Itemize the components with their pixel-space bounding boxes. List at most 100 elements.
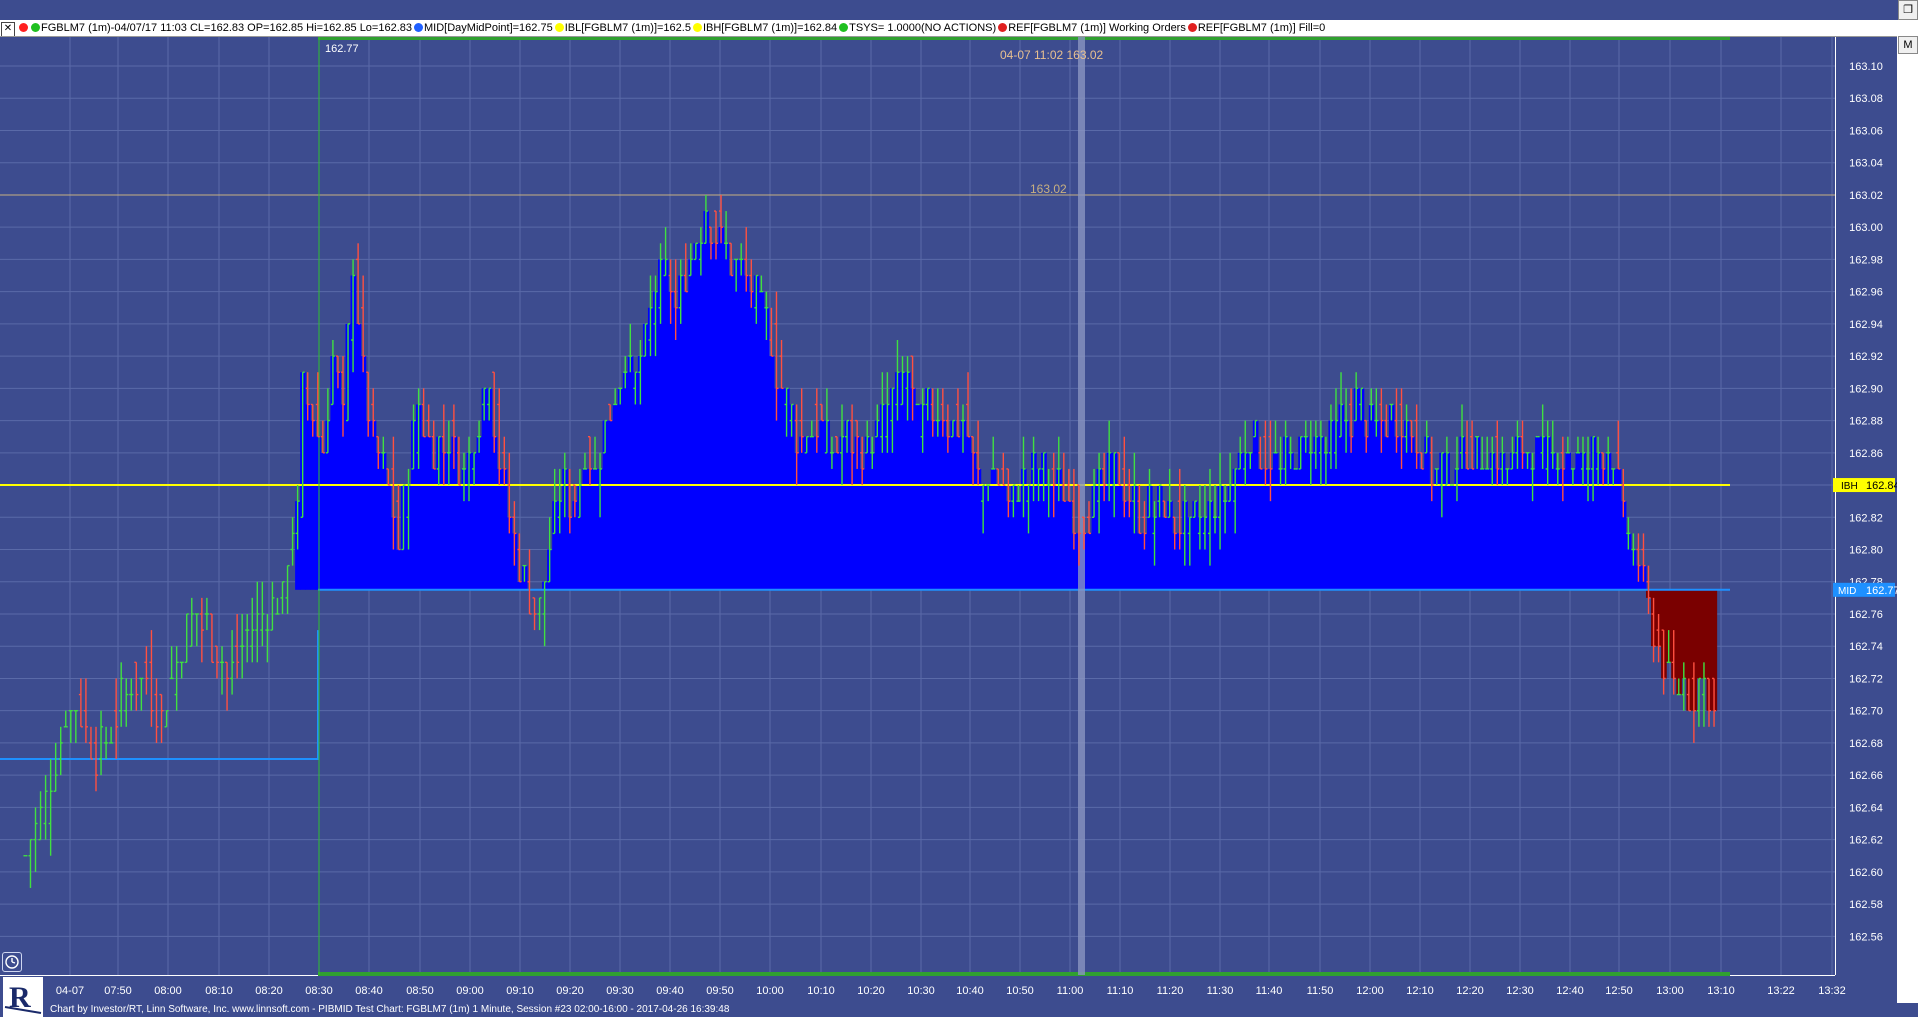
fill-above-mid xyxy=(799,436,805,590)
fill-above-mid xyxy=(743,275,750,590)
fill-above-mid xyxy=(809,436,815,590)
fill-above-mid xyxy=(1464,468,1471,590)
session-strip-bottom xyxy=(318,972,1730,976)
fill-above-mid xyxy=(592,468,599,590)
y-tick-label: 162.86 xyxy=(1849,448,1883,460)
y-tick-label: 162.92 xyxy=(1849,351,1883,363)
fill-above-mid xyxy=(1363,436,1370,590)
legend-item[interactable]: MID[DayMidPoint]=162.75 xyxy=(412,20,553,36)
fill-above-mid xyxy=(1136,533,1143,590)
x-tick-label: 10:40 xyxy=(956,985,984,997)
fill-above-mid xyxy=(395,549,402,590)
x-tick-label: 11:50 xyxy=(1307,985,1334,997)
x-tick-label: 12:00 xyxy=(1356,985,1384,997)
y-tick-label: 162.68 xyxy=(1849,738,1883,750)
x-tick-label: 09:50 xyxy=(706,985,734,997)
fill-above-mid xyxy=(385,485,392,590)
fill-above-mid xyxy=(1373,420,1380,590)
fill-above-mid xyxy=(748,291,755,590)
x-tick-label: 09:20 xyxy=(556,985,584,997)
fill-above-mid xyxy=(718,227,725,590)
fill-above-mid xyxy=(758,291,765,590)
fill-above-mid xyxy=(1368,404,1375,590)
fill-above-mid xyxy=(1247,452,1254,590)
fill-above-mid xyxy=(496,468,503,590)
x-tick-label: 08:00 xyxy=(154,985,182,997)
y-tick-label: 162.62 xyxy=(1849,835,1883,847)
cursor-annotation: 04-07 11:02 163.02 xyxy=(1000,48,1104,62)
fill-above-mid xyxy=(1303,436,1309,590)
fill-above-mid xyxy=(814,436,820,590)
fill-above-mid xyxy=(1278,468,1284,590)
legend-item[interactable]: TSYS= 1.0000(NO ACTIONS) xyxy=(837,20,996,36)
fill-above-mid xyxy=(1388,404,1395,590)
fill-above-mid xyxy=(915,404,921,590)
fill-above-mid xyxy=(713,243,720,590)
fill-above-mid xyxy=(693,243,699,590)
fill-above-mid xyxy=(360,356,367,590)
legend-text: FGBLM7 (1m)-04/07/17 11:03 CL=162.83 OP=… xyxy=(41,22,412,34)
legend-item[interactable]: IBH[FGBLM7 (1m)]=162.84 xyxy=(691,20,837,36)
legend-text: IBH[FGBLM7 (1m)]=162.84 xyxy=(702,22,838,34)
fill-above-mid xyxy=(723,243,730,590)
legend-item[interactable]: REF[FGBLM7 (1m)] Fill=0 xyxy=(1186,20,1325,36)
close-chart-icon[interactable]: ✕ xyxy=(1,22,15,36)
x-tick-label: 12:10 xyxy=(1406,985,1434,997)
x-tick-label: 09:00 xyxy=(456,985,484,997)
fill-above-mid xyxy=(935,420,941,590)
y-tick-label: 163.10 xyxy=(1849,61,1883,73)
fill-above-mid xyxy=(1237,452,1244,590)
fill-above-mid xyxy=(1535,436,1541,590)
fill-above-mid xyxy=(673,307,679,590)
x-tick-label: 11:30 xyxy=(1207,985,1234,997)
fill-above-mid xyxy=(612,404,619,590)
fill-above-mid xyxy=(1257,468,1264,590)
legend-dot-icon xyxy=(839,23,849,32)
restore-window-button[interactable]: ❐ xyxy=(1898,0,1918,20)
fill-above-mid xyxy=(456,485,463,590)
x-tick-label: 08:40 xyxy=(355,985,383,997)
legend-item[interactable]: REF[FGBLM7 (1m)] Working Orders xyxy=(996,20,1186,36)
fill-above-mid xyxy=(380,452,387,590)
fill-above-mid xyxy=(582,468,589,590)
fill-above-mid xyxy=(310,420,316,590)
y-tick-label: 162.70 xyxy=(1849,706,1883,718)
x-tick-label: 10:10 xyxy=(807,985,835,997)
x-tick-label: 10:20 xyxy=(857,985,885,997)
fill-above-mid xyxy=(1272,452,1279,590)
legend-item[interactable]: FGBLM7 (1m)-04/07/17 11:03 CL=162.83 OP=… xyxy=(17,20,412,36)
mid-tag-value: 162.77 xyxy=(1866,585,1897,597)
y-tick-label: 162.96 xyxy=(1849,287,1883,299)
fill-above-mid xyxy=(1000,485,1007,590)
fill-above-mid xyxy=(1519,452,1526,590)
fill-above-mid xyxy=(874,420,881,590)
fill-above-mid xyxy=(1610,468,1617,590)
y-tick-label: 162.74 xyxy=(1849,641,1883,653)
ref-level-label: 163.02 xyxy=(1030,182,1067,196)
fill-above-mid xyxy=(965,436,972,590)
clock-icon[interactable] xyxy=(2,952,22,972)
fill-above-mid xyxy=(930,420,936,590)
y-tick-label: 163.04 xyxy=(1849,158,1883,170)
x-tick-label: 09:30 xyxy=(606,985,634,997)
legend-item[interactable]: IBL[FGBLM7 (1m)]=162.5 xyxy=(553,20,691,36)
y-tick-label: 162.58 xyxy=(1849,899,1883,911)
fill-above-mid xyxy=(1393,436,1400,590)
x-tick-label: 11:00 xyxy=(1057,985,1084,997)
x-tick-label: 08:30 xyxy=(305,985,333,997)
fill-above-mid xyxy=(1484,468,1491,590)
footer-text: Chart by Investor/RT, Linn Software, Inc… xyxy=(50,1004,730,1015)
x-tick-label: 11:40 xyxy=(1256,985,1283,997)
fill-above-mid xyxy=(668,291,674,590)
y-tick-label: 163.00 xyxy=(1849,222,1883,234)
price-chart[interactable]: 162.56 162.58 162.60 162.62 162.64 162.66 162.… xyxy=(0,37,1897,1003)
fill-above-mid xyxy=(1570,468,1577,590)
y-tick-label: 162.72 xyxy=(1849,673,1883,685)
y-tick-label: 162.94 xyxy=(1849,319,1883,331)
y-tick-label: 163.02 xyxy=(1849,190,1883,202)
marker-menu-button[interactable]: M xyxy=(1898,36,1918,54)
fill-above-mid xyxy=(370,420,377,590)
fill-above-mid xyxy=(995,485,1002,590)
fill-above-mid xyxy=(1419,468,1425,590)
fill-above-mid xyxy=(431,468,437,590)
